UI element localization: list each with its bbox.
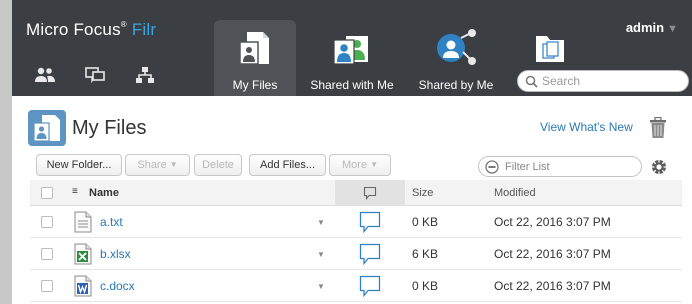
more-button-label: More bbox=[342, 159, 368, 171]
trash-icon[interactable] bbox=[649, 116, 667, 144]
shared-by-me-icon bbox=[433, 28, 479, 75]
share-button[interactable]: Share ▼ bbox=[125, 154, 190, 176]
comment-icon[interactable] bbox=[359, 275, 381, 302]
table-row[interactable]: b.xlsx ▼ 6 KB Oct 22, 2016 3:07 PM bbox=[30, 238, 682, 270]
brand-logo: Micro Focus® Filr bbox=[26, 20, 156, 40]
new-folder-button[interactable]: New Folder... bbox=[36, 154, 122, 176]
shared-with-me-icon bbox=[329, 28, 375, 75]
table-row[interactable]: c.docx ▼ 0 KB Oct 22, 2016 3:07 PM bbox=[30, 270, 682, 302]
my-files-badge-icon bbox=[28, 110, 66, 151]
select-all-checkbox[interactable] bbox=[41, 187, 53, 199]
left-edge bbox=[0, 0, 12, 304]
search-input[interactable] bbox=[542, 73, 682, 89]
chevron-down-icon: ▼ bbox=[370, 160, 378, 169]
chevron-down-icon[interactable]: ▼ bbox=[317, 250, 325, 259]
brand-name: Micro Focus bbox=[26, 20, 121, 39]
file-modified: Oct 22, 2016 3:07 PM bbox=[494, 215, 611, 229]
tab-shared-by-me[interactable]: Shared by Me bbox=[414, 20, 498, 96]
comment-icon[interactable] bbox=[359, 243, 381, 270]
column-header-size[interactable]: Size bbox=[412, 187, 433, 199]
gear-icon[interactable] bbox=[651, 159, 667, 180]
more-button[interactable]: More ▼ bbox=[329, 154, 391, 176]
chevron-down-icon: ▼ bbox=[169, 160, 178, 169]
delete-button[interactable]: Delete bbox=[194, 154, 242, 176]
view-whats-new-link[interactable]: View What's New bbox=[540, 120, 633, 134]
column-header-name[interactable]: Name bbox=[89, 187, 119, 199]
file-name-link[interactable]: b.xlsx bbox=[100, 247, 131, 261]
tab-shared-by-me-label: Shared by Me bbox=[418, 78, 494, 92]
comment-column-icon bbox=[363, 186, 377, 205]
file-size: 6 KB bbox=[412, 247, 439, 261]
column-header-modified[interactable]: Modified bbox=[494, 187, 536, 199]
file-name-link[interactable]: a.txt bbox=[100, 215, 123, 229]
brand-product: Filr bbox=[131, 20, 157, 39]
file-size: 0 KB bbox=[412, 215, 439, 229]
filter-icon bbox=[485, 160, 499, 179]
file-name-link[interactable]: c.docx bbox=[100, 279, 135, 293]
file-modified: Oct 22, 2016 3:07 PM bbox=[494, 279, 611, 293]
row-checkbox[interactable] bbox=[41, 280, 53, 292]
my-files-icon bbox=[237, 28, 273, 75]
chevron-down-icon[interactable]: ▼ bbox=[317, 218, 325, 227]
comments-icon[interactable] bbox=[84, 66, 106, 84]
tab-my-files[interactable]: My Files bbox=[214, 20, 296, 96]
word-file-icon bbox=[74, 275, 92, 302]
brand-trademark: ® bbox=[120, 20, 127, 29]
table-header: ≡ Name Size Modified bbox=[30, 180, 682, 206]
table-row[interactable]: a.txt ▼ 0 KB Oct 22, 2016 3:07 PM bbox=[30, 206, 682, 238]
net-folders-icon bbox=[533, 32, 567, 69]
page-title: My Files bbox=[72, 117, 147, 139]
text-file-icon bbox=[74, 211, 92, 238]
row-checkbox[interactable] bbox=[41, 216, 53, 228]
filter-box[interactable] bbox=[478, 156, 642, 177]
hierarchy-icon[interactable] bbox=[134, 66, 156, 84]
user-name: admin bbox=[625, 20, 665, 35]
tab-my-files-label: My Files bbox=[232, 78, 278, 92]
add-files-button[interactable]: Add Files... bbox=[249, 154, 326, 176]
comment-icon[interactable] bbox=[359, 211, 381, 238]
search-box[interactable] bbox=[517, 70, 689, 92]
file-size: 0 KB bbox=[412, 279, 439, 293]
tab-shared-with-me-label: Shared with Me bbox=[310, 78, 394, 92]
share-button-label: Share bbox=[137, 159, 167, 171]
row-checkbox[interactable] bbox=[41, 248, 53, 260]
search-icon bbox=[525, 75, 538, 93]
excel-file-icon bbox=[74, 243, 92, 270]
user-menu[interactable]: admin ▼ bbox=[626, 20, 678, 35]
chevron-down-icon[interactable]: ▼ bbox=[317, 282, 325, 291]
chevron-down-icon: ▼ bbox=[667, 23, 678, 35]
people-icon[interactable] bbox=[34, 66, 56, 84]
sort-ascending-icon: ≡ bbox=[72, 186, 78, 197]
file-modified: Oct 22, 2016 3:07 PM bbox=[494, 247, 611, 261]
filter-input[interactable] bbox=[505, 159, 635, 174]
tab-net-folders[interactable] bbox=[512, 20, 588, 66]
tab-shared-with-me[interactable]: Shared with Me bbox=[309, 20, 395, 96]
